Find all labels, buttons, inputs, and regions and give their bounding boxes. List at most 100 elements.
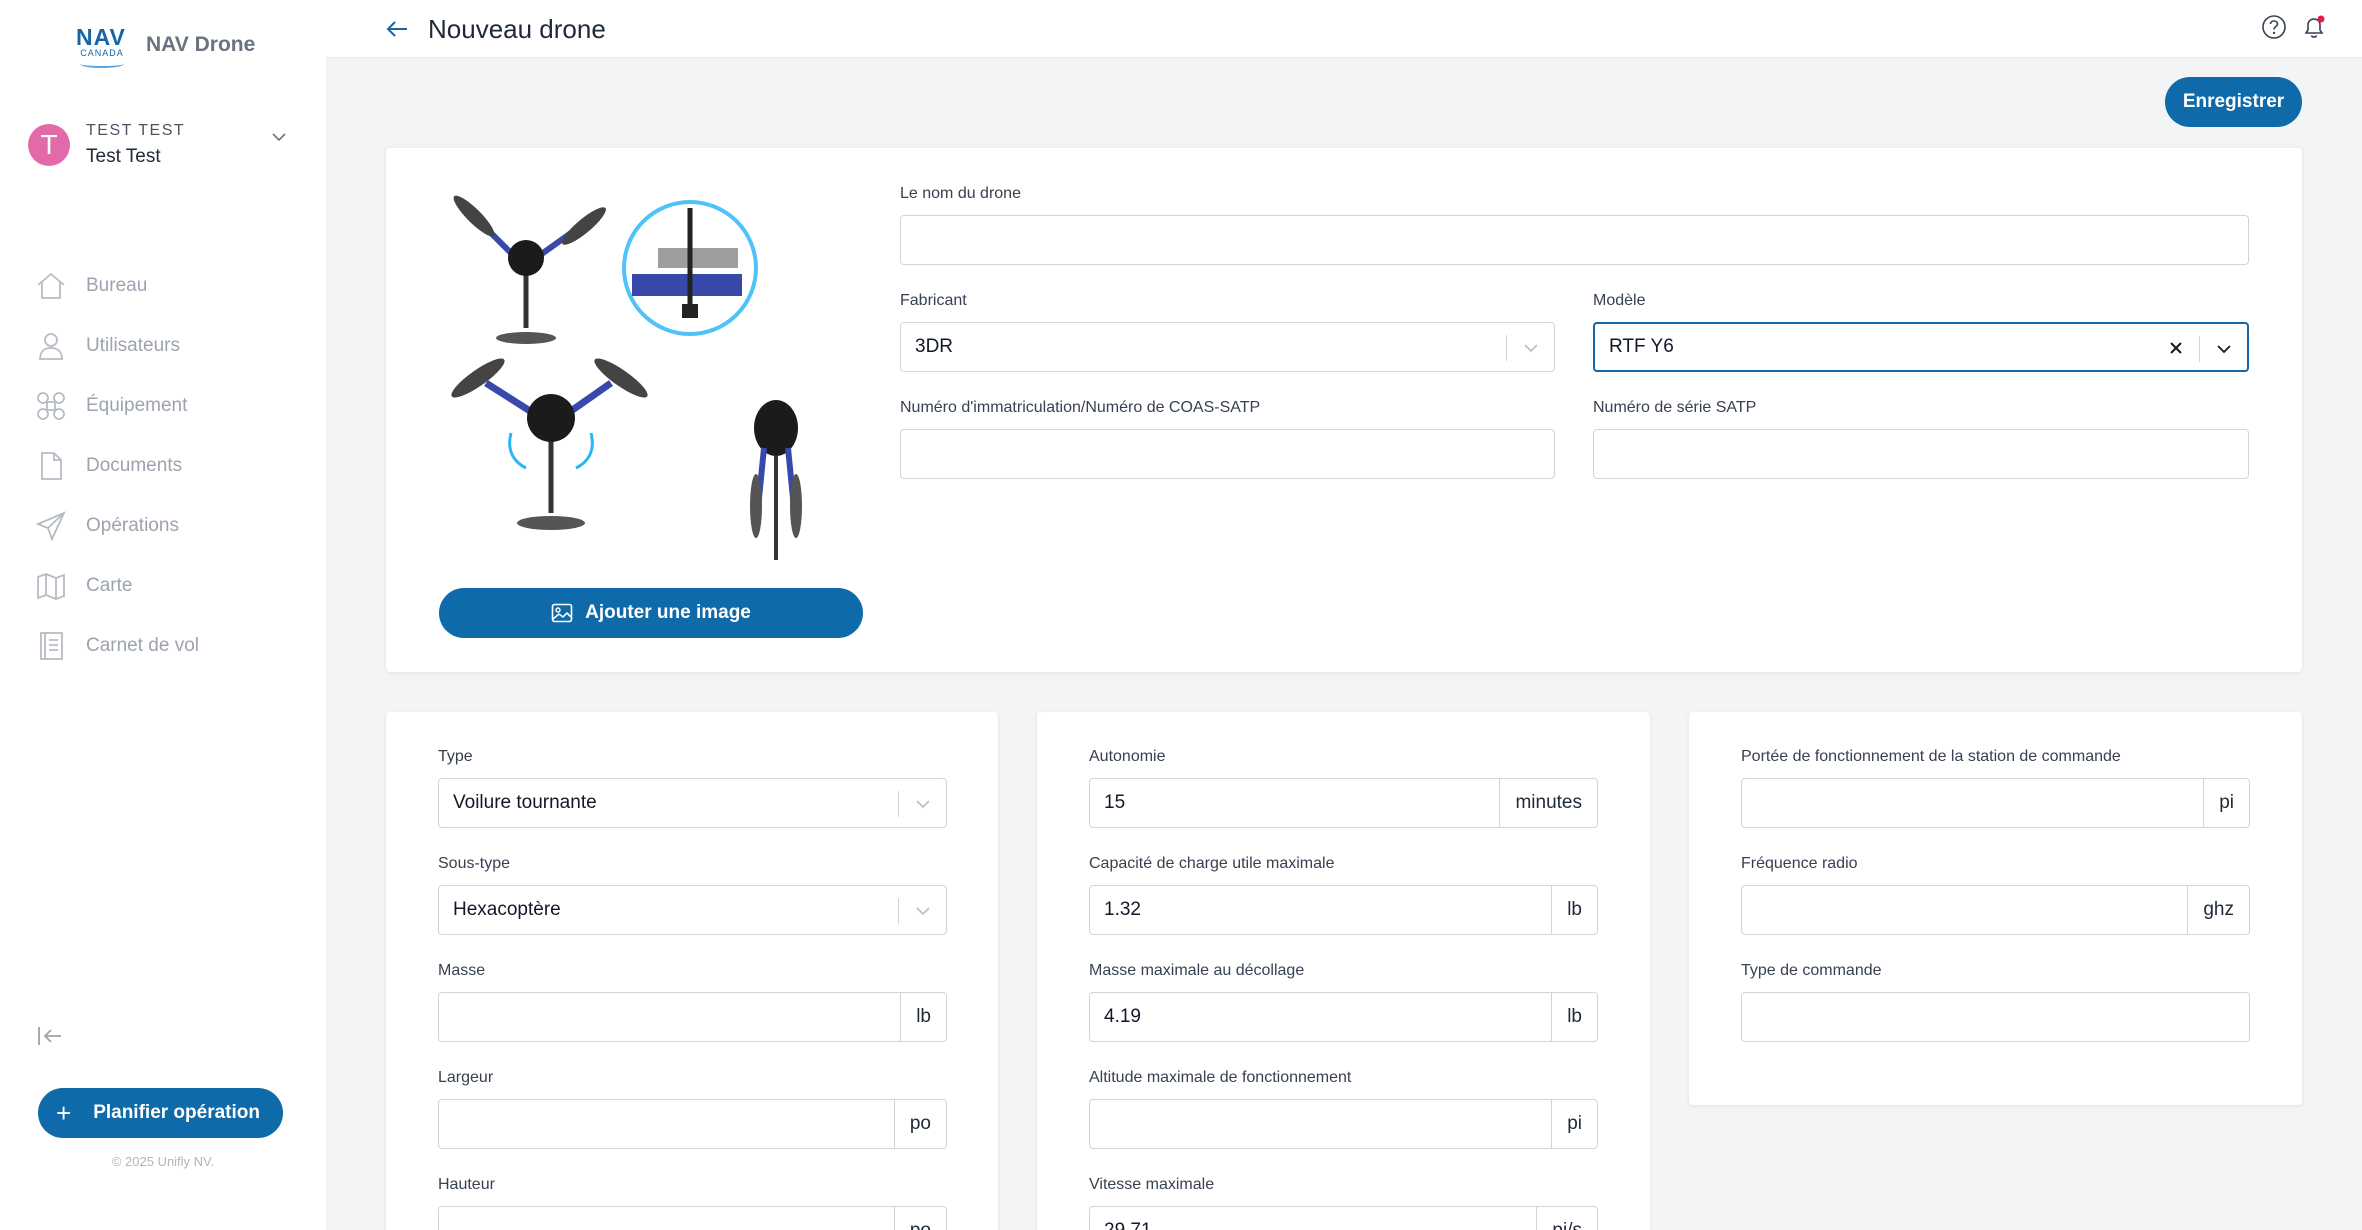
notifications-bell-icon[interactable] <box>2300 13 2328 41</box>
page-title: Nouveau drone <box>428 14 606 44</box>
nav-label: Carte <box>86 575 133 596</box>
home-icon <box>34 269 68 303</box>
manufacturer-value: 3DR <box>915 336 954 357</box>
command-station-card: Portée de fonctionnement de la station d… <box>1689 712 2302 1105</box>
select-separator <box>2199 336 2200 362</box>
nav-item-bureau[interactable]: Bureau <box>34 256 199 316</box>
nav-item-documents[interactable]: Documents <box>34 436 199 496</box>
mtow-input[interactable]: 4.19 lb <box>1089 992 1598 1042</box>
altitude-input[interactable]: pi <box>1089 1099 1598 1149</box>
nav-item-utilisateurs[interactable]: Utilisateurs <box>34 316 199 376</box>
image-icon <box>551 603 573 623</box>
nav-canada-logo: NAV CANADA <box>76 24 128 68</box>
app-name: NAV Drone <box>146 33 256 56</box>
command-type-input[interactable] <box>1741 992 2250 1042</box>
back-arrow-icon[interactable] <box>384 16 410 42</box>
payload-value: 1.32 <box>1104 899 1141 920</box>
width-input[interactable]: po <box>438 1099 947 1149</box>
nav-label: Équipement <box>86 395 188 416</box>
mass-input[interactable]: lb <box>438 992 947 1042</box>
width-label: Largeur <box>438 1069 494 1086</box>
type-dimensions-card: Type Voilure tournante Sous-type Hexacop… <box>386 712 998 1230</box>
chevron-down-icon <box>916 800 930 809</box>
speed-value: 29.71 <box>1104 1220 1152 1230</box>
chevron-down-icon[interactable] <box>270 128 288 146</box>
mass-unit: lb <box>900 993 946 1041</box>
add-image-button[interactable]: Ajouter une image <box>439 588 863 638</box>
main-nav: Bureau Utilisateurs Équipement Documents… <box>34 256 199 676</box>
range-unit: pi <box>2203 779 2249 827</box>
autonomy-value: 15 <box>1104 792 1126 813</box>
autonomy-unit: minutes <box>1499 779 1597 827</box>
sidebar: NAV CANADA NAV Drone T TEST TEST Test Te… <box>0 0 326 1230</box>
user-name: Test Test <box>86 146 161 167</box>
drone-name-label: Le nom du drone <box>900 185 1021 202</box>
mtow-label: Masse maximale au décollage <box>1089 962 1305 979</box>
manufacturer-select[interactable]: 3DR <box>900 322 1555 372</box>
altitude-label: Altitude maximale de fonctionnement <box>1089 1069 1352 1086</box>
payload-label: Capacité de charge utile maximale <box>1089 855 1335 872</box>
speed-input[interactable]: 29.71 pi/s <box>1089 1206 1598 1230</box>
payload-input[interactable]: 1.32 lb <box>1089 885 1598 935</box>
logo-nav-text: NAV <box>76 24 126 50</box>
save-button[interactable]: Enregistrer <box>2165 77 2302 127</box>
user-org: TEST TEST <box>86 122 186 139</box>
user-menu[interactable]: T TEST TEST Test Test <box>28 118 288 172</box>
autonomy-label: Autonomie <box>1089 748 1166 765</box>
height-unit: po <box>893 1207 946 1230</box>
autonomy-input[interactable]: 15 minutes <box>1089 778 1598 828</box>
height-input[interactable]: po <box>438 1206 947 1230</box>
nav-label: Opérations <box>86 515 179 536</box>
registration-input[interactable] <box>900 429 1555 479</box>
plan-operation-button[interactable]: + Planifier opération <box>38 1088 283 1138</box>
mtow-unit: lb <box>1551 993 1597 1041</box>
model-select[interactable]: RTF Y6 <box>1593 322 2249 372</box>
select-separator <box>898 898 899 924</box>
serial-label: Numéro de série SATP <box>1593 399 1757 416</box>
drone-identity-card: Ajouter une image Le nom du drone Fabric… <box>386 148 2302 672</box>
type-value: Voilure tournante <box>453 792 597 813</box>
type-select[interactable]: Voilure tournante <box>438 778 947 828</box>
subtype-select[interactable]: Hexacoptère <box>438 885 947 935</box>
nav-item-operations[interactable]: Opérations <box>34 496 199 556</box>
nav-item-carte[interactable]: Carte <box>34 556 199 616</box>
collapse-sidebar-icon[interactable] <box>36 1024 64 1048</box>
clear-icon[interactable] <box>2167 339 2185 357</box>
nav-label: Carnet de vol <box>86 635 200 656</box>
app-logo[interactable]: NAV CANADA NAV Drone <box>76 24 256 68</box>
topbar: Nouveau drone <box>326 0 2362 58</box>
drone-name-input[interactable] <box>900 215 2249 265</box>
help-icon[interactable] <box>2260 13 2288 41</box>
drone-icon <box>34 389 68 423</box>
frequency-unit: ghz <box>2187 886 2249 934</box>
nav-label: Documents <box>86 455 183 476</box>
nav-item-equipement[interactable]: Équipement <box>34 376 199 436</box>
chevron-down-icon <box>1524 344 1538 353</box>
width-unit: po <box>893 1100 946 1148</box>
serial-input[interactable] <box>1593 429 2249 479</box>
speed-unit: pi/s <box>1536 1207 1597 1230</box>
map-icon <box>34 569 68 603</box>
plus-icon: + <box>56 1098 72 1128</box>
range-input[interactable]: pi <box>1741 778 2250 828</box>
model-label: Modèle <box>1593 292 1646 309</box>
subtype-value: Hexacoptère <box>453 899 561 920</box>
manufacturer-label: Fabricant <box>900 292 967 309</box>
nav-item-carnet-de-vol[interactable]: Carnet de vol <box>34 616 199 676</box>
frequency-label: Fréquence radio <box>1741 855 1858 872</box>
mass-label: Masse <box>438 962 486 979</box>
copyright: © 2025 Unifly NV. <box>111 1154 215 1169</box>
subtype-label: Sous-type <box>438 855 511 872</box>
type-label: Type <box>438 748 473 765</box>
model-value: RTF Y6 <box>1609 336 1674 357</box>
nav-label: Utilisateurs <box>86 335 180 356</box>
paper-plane-icon <box>34 509 68 543</box>
frequency-input[interactable]: ghz <box>1741 885 2250 935</box>
nav-label: Bureau <box>86 275 148 296</box>
select-separator <box>898 791 899 817</box>
speed-label: Vitesse maximale <box>1089 1176 1215 1193</box>
payload-unit: lb <box>1551 886 1597 934</box>
chevron-down-icon <box>916 907 930 916</box>
logbook-icon <box>34 629 68 663</box>
drone-image <box>451 195 802 560</box>
